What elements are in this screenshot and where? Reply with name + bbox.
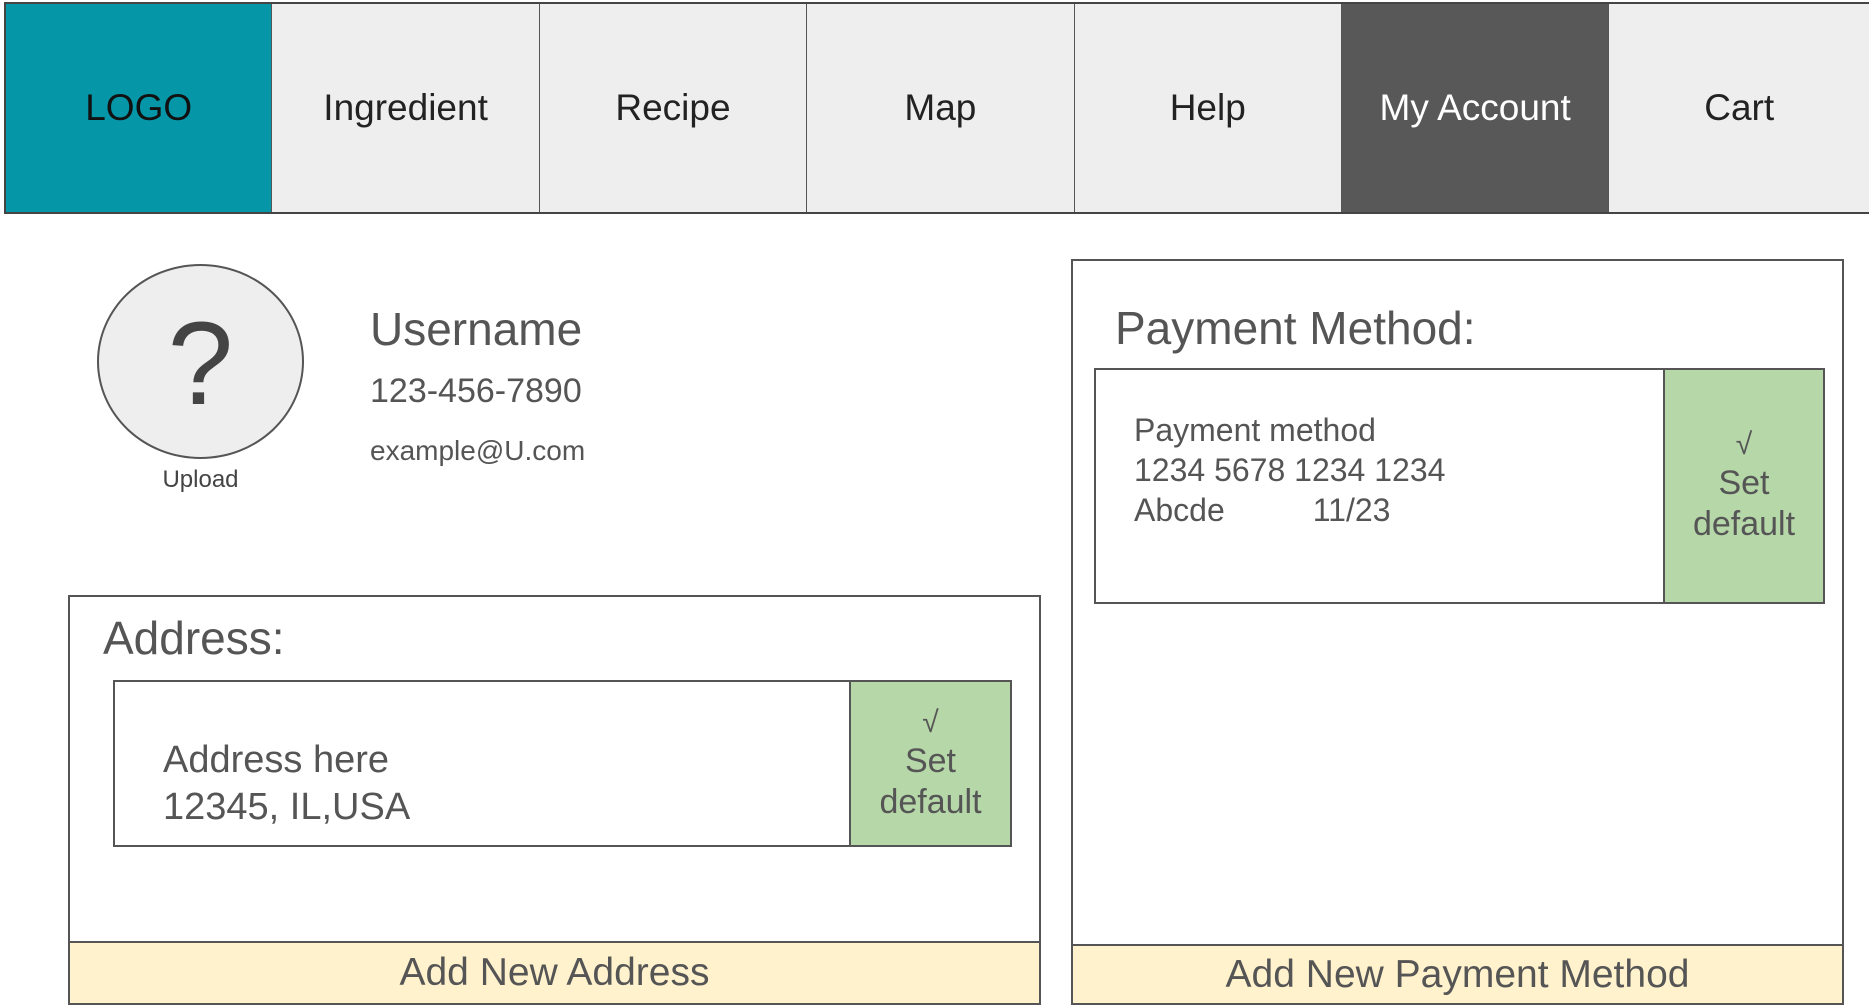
set-default-label-1: Set	[904, 741, 957, 780]
address-line-2: 12345, IL,USA	[163, 786, 411, 828]
payment-text: Payment method 1234 5678 1234 1234 Abcde…	[1134, 410, 1445, 530]
question-mark-icon: ?	[167, 297, 234, 430]
card-holder-row: Abcde 11/23	[1134, 490, 1445, 530]
address-line-1: Address here	[163, 739, 390, 781]
nav-item-ingredient[interactable]: Ingredient	[271, 4, 539, 212]
checkmark-icon: √	[922, 705, 939, 739]
payment-panel: Payment Method: Payment method 1234 5678…	[1071, 259, 1844, 1005]
account-page: LOGO Ingredient Recipe Map Help My Accou…	[0, 0, 1869, 1005]
nav-item-label: Help	[1169, 87, 1246, 128]
nav-item-label: Recipe	[615, 87, 731, 128]
nav-item-map[interactable]: Map	[806, 4, 1074, 212]
set-default-label-2: default	[1692, 505, 1796, 543]
nav-item-label: Map	[904, 87, 977, 128]
logo-label: LOGO	[85, 87, 193, 128]
nav-item-recipe[interactable]: Recipe	[538, 4, 807, 212]
nav-item-label: My Account	[1379, 87, 1571, 128]
address-text: Address here 12345, IL,USA	[163, 737, 410, 831]
logo[interactable]: LOGO	[4, 4, 272, 212]
address-set-default-button[interactable]: √ Set default	[849, 680, 1012, 847]
set-default-label-1: Set	[1718, 464, 1770, 503]
payment-method-label: Payment method	[1134, 412, 1376, 448]
address-card: Address here 12345, IL,USA √ Set default	[113, 680, 1012, 847]
phone-number: 123-456-7890	[370, 372, 582, 410]
nav-item-label: Cart	[1704, 87, 1775, 128]
card-holder-name: Abcde	[1134, 492, 1225, 528]
nav-item-label: Ingredient	[323, 87, 488, 128]
add-new-payment-method-button[interactable]: Add New Payment Method	[1071, 944, 1844, 1005]
checkmark-icon: √	[1735, 428, 1753, 462]
card-expiry: 11/23	[1312, 492, 1391, 528]
nav-item-help[interactable]: Help	[1073, 4, 1341, 212]
address-title: Address:	[103, 612, 285, 664]
payment-set-default-button[interactable]: √ Set default	[1663, 368, 1825, 604]
card-number: 1234 5678 1234 1234	[1134, 452, 1446, 488]
nav-item-my-account[interactable]: My Account	[1340, 4, 1609, 212]
payment-title: Payment Method:	[1115, 302, 1476, 354]
username: Username	[370, 303, 583, 355]
set-default-label-2: default	[879, 782, 982, 821]
email-address: example@U.com	[370, 435, 586, 466]
upload-link[interactable]: Upload	[97, 466, 304, 494]
nav-item-cart[interactable]: Cart	[1608, 4, 1869, 212]
top-nav: LOGO Ingredient Recipe Map Help My Accou…	[4, 2, 1869, 214]
avatar-upload[interactable]: ?	[97, 264, 304, 459]
payment-card: Payment method 1234 5678 1234 1234 Abcde…	[1094, 368, 1825, 604]
add-new-address-button[interactable]: Add New Address	[68, 941, 1041, 1005]
